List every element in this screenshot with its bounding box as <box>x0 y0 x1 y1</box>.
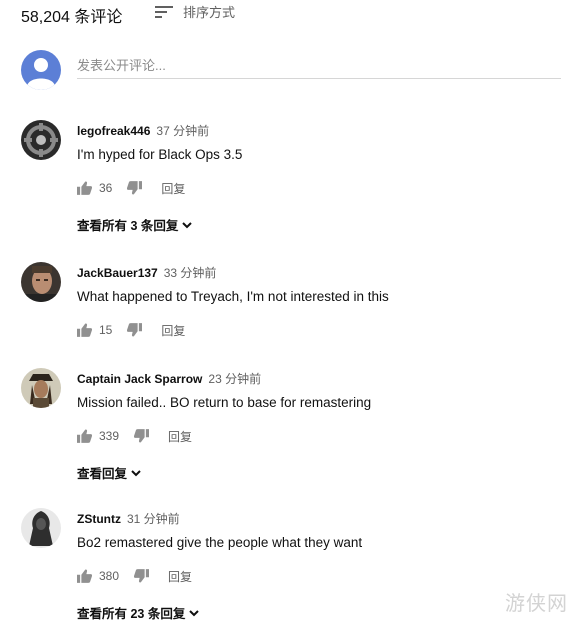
like-count: 36 <box>99 181 113 195</box>
sort-label: 排序方式 <box>183 5 236 20</box>
reply-button[interactable]: 回复 <box>161 180 185 197</box>
reply-button[interactable]: 回复 <box>168 428 192 445</box>
comments-header: 58,204 条评论 排序方式 <box>0 0 584 28</box>
comment-thread: legofreak446 37 分钟前 I'm hyped for Black O… <box>21 120 571 242</box>
thumbs-down-icon[interactable] <box>134 429 150 443</box>
view-replies-label: 查看回复 <box>77 467 128 481</box>
comment-text: Mission failed.. BO return to base for r… <box>77 395 372 410</box>
comment-thread: Captain Jack Sparrow 23 分钟前 Mission faile… <box>21 368 571 484</box>
sort-icon <box>155 5 173 18</box>
chevron-down-icon <box>189 609 200 616</box>
author-name[interactable]: legofreak446 <box>77 124 150 138</box>
like-count: 380 <box>99 569 120 583</box>
author-avatar[interactable] <box>21 120 61 160</box>
like-count: 339 <box>99 429 120 443</box>
thumbs-up-icon[interactable] <box>77 181 92 195</box>
view-replies-button[interactable]: 查看所有 3 条回复 <box>77 215 193 234</box>
view-replies-button[interactable]: 查看回复 <box>77 463 142 482</box>
comment-input[interactable] <box>77 52 561 79</box>
comment-time[interactable]: 33 分钟前 <box>164 266 217 280</box>
comment-thread: ZStuntz 31 分钟前 Bo2 remastered give the pe… <box>21 508 571 628</box>
thumbs-down-icon[interactable] <box>127 323 143 337</box>
thumbs-up-icon[interactable] <box>77 569 92 583</box>
chevron-down-icon <box>182 221 193 228</box>
user-avatar-icon <box>21 50 61 90</box>
comment-count: 58,204 条评论 <box>21 9 123 26</box>
reply-button[interactable]: 回复 <box>168 568 192 585</box>
view-replies-label: 查看所有 3 条回复 <box>77 219 179 233</box>
comment-thread: JackBauer137 33 分钟前 What happened to Trey… <box>21 262 571 352</box>
chevron-down-icon <box>131 469 141 476</box>
comment-text: I'm hyped for Black Ops 3.5 <box>77 147 243 162</box>
author-avatar[interactable] <box>21 508 61 548</box>
thumbs-up-icon[interactable] <box>77 429 92 443</box>
comment-time[interactable]: 31 分钟前 <box>127 512 180 526</box>
author-name[interactable]: JackBauer137 <box>77 266 158 280</box>
like-count: 15 <box>99 323 113 337</box>
comment-composer <box>21 50 561 92</box>
author-name[interactable]: Captain Jack Sparrow <box>77 372 202 386</box>
author-name[interactable]: ZStuntz <box>77 512 121 526</box>
comment-text: What happened to Treyach, I'm not intere… <box>77 289 389 304</box>
view-replies-button[interactable]: 查看所有 23 条回复 <box>77 603 200 622</box>
view-replies-label: 查看所有 23 条回复 <box>77 607 186 621</box>
thumbs-down-icon[interactable] <box>127 181 143 195</box>
thumbs-up-icon[interactable] <box>77 323 92 337</box>
watermark: 游侠网 <box>505 593 568 615</box>
reply-button[interactable]: 回复 <box>161 322 185 339</box>
thumbs-down-icon[interactable] <box>134 569 150 583</box>
sort-button[interactable]: 排序方式 <box>155 2 235 21</box>
comment-time[interactable]: 23 分钟前 <box>208 372 261 386</box>
comment-time[interactable]: 37 分钟前 <box>156 124 209 138</box>
author-avatar[interactable] <box>21 368 61 408</box>
comment-text: Bo2 remastered give the people what they… <box>77 535 363 550</box>
author-avatar[interactable] <box>21 262 61 302</box>
